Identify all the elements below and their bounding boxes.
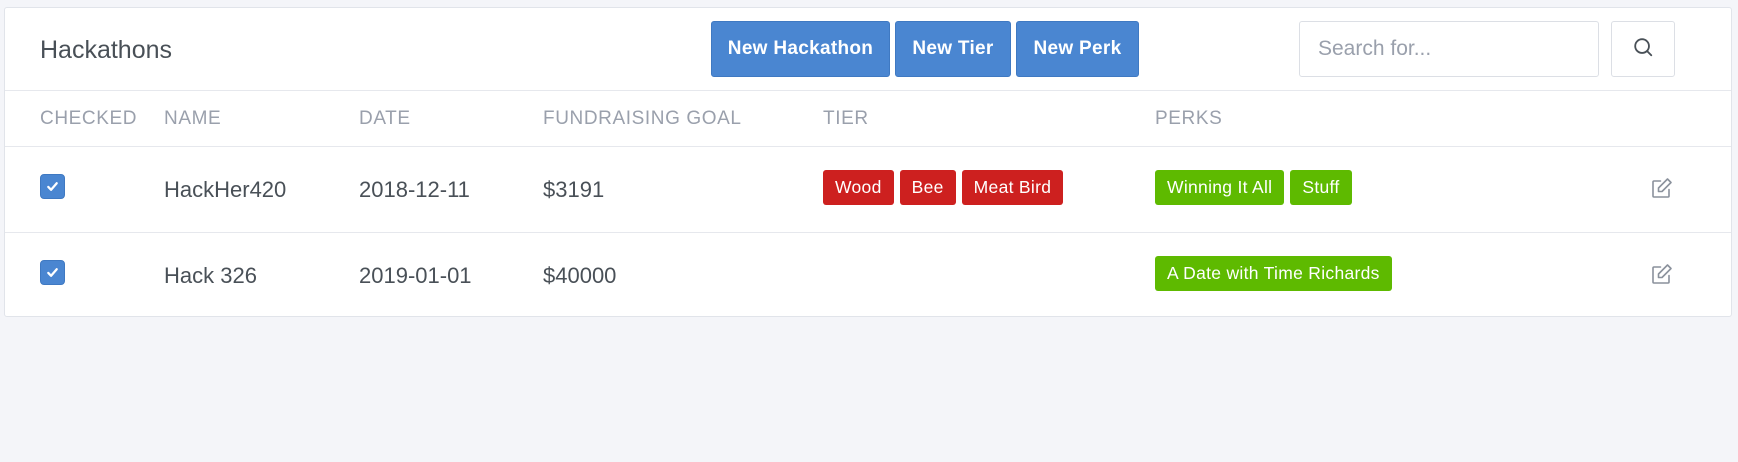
check-icon [47, 268, 58, 277]
perk-badge: Winning It All [1155, 170, 1285, 205]
hackathon-name: Hack 326 [164, 263, 257, 288]
page-title: Hackathons [40, 36, 173, 64]
hackathons-card: Hackathons New Hackathon New Tier New Pe… [4, 7, 1732, 317]
tier-badge: Bee [899, 170, 956, 205]
hackathon-name: HackHer420 [164, 177, 287, 202]
checked-checkbox[interactable] [40, 174, 65, 199]
table-row: Hack 326 2019-01-01 $40000 A Date with T… [5, 233, 1731, 319]
new-perk-button[interactable]: New Perk [1016, 21, 1139, 77]
checked-checkbox[interactable] [40, 260, 65, 285]
edit-icon [1652, 264, 1672, 284]
perk-badge: A Date with Time Richards [1155, 256, 1392, 291]
hackathon-date: 2019-01-01 [359, 263, 472, 288]
card-header: Hackathons New Hackathon New Tier New Pe… [5, 8, 1731, 91]
search-input[interactable] [1299, 21, 1599, 77]
edit-button[interactable] [1649, 175, 1675, 201]
edit-icon [1652, 178, 1672, 198]
table-header: CHECKED NAME DATE FUNDRAISING GOAL TIER … [5, 91, 1731, 147]
column-header-name: NAME [164, 108, 222, 129]
column-header-fundraising-goal: FUNDRAISING GOAL [543, 108, 742, 129]
column-header-date: DATE [359, 108, 411, 129]
perk-badge: Stuff [1290, 170, 1352, 205]
column-header-perks: PERKS [1155, 108, 1223, 129]
edit-button[interactable] [1649, 261, 1675, 287]
new-hackathon-button[interactable]: New Hackathon [711, 21, 890, 77]
perk-badges: Winning It All Stuff [1155, 170, 1352, 205]
fundraising-goal: $40000 [543, 263, 617, 288]
table-row: HackHer420 2018-12-11 $3191 Wood Bee Mea… [5, 147, 1731, 233]
perk-badges: A Date with Time Richards [1155, 256, 1392, 291]
tier-badge: Wood [823, 170, 894, 205]
search-icon [1632, 36, 1654, 63]
tier-badges: Wood Bee Meat Bird [823, 170, 1064, 205]
hackathon-date: 2018-12-11 [359, 177, 470, 202]
column-header-checked: CHECKED [40, 108, 138, 129]
new-tier-button[interactable]: New Tier [895, 21, 1011, 77]
search-button[interactable] [1611, 21, 1675, 77]
check-icon [47, 182, 58, 191]
fundraising-goal: $3191 [543, 177, 605, 202]
tier-badge: Meat Bird [961, 170, 1064, 205]
column-header-tier: TIER [823, 108, 869, 129]
